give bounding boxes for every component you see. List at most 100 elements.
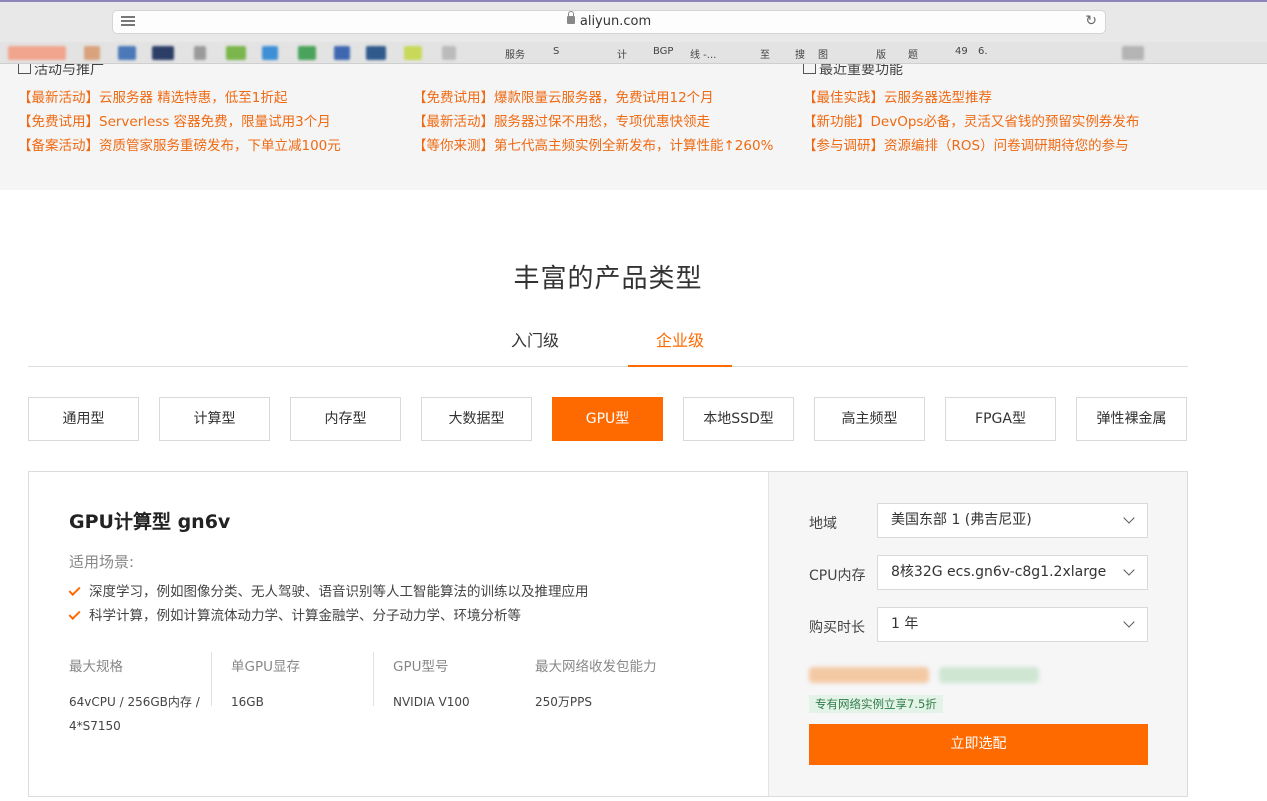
bookmark-item[interactable] bbox=[152, 46, 174, 60]
type-local-ssd[interactable]: 本地SSD型 bbox=[683, 397, 794, 441]
bookmark-item[interactable] bbox=[334, 46, 350, 60]
news-link[interactable]: 【免费试用】Serverless 容器免费，限量试用3个月 bbox=[18, 110, 341, 134]
bookmark-label[interactable]: BGP bbox=[653, 46, 673, 57]
news-link[interactable]: 【最佳实践】云服务器选型推荐 bbox=[803, 86, 1139, 110]
spec-max-size: 最大规格 64vCPU / 256GB内存 / 4*S7150 bbox=[69, 655, 209, 738]
check-icon bbox=[68, 607, 81, 621]
level-tabs: 入门级 企业级 bbox=[28, 326, 1188, 367]
news-link[interactable]: 【最新活动】服务器过保不用愁，专项优惠快领走 bbox=[413, 110, 773, 134]
bookmark-label[interactable]: 线 -... bbox=[690, 46, 716, 61]
bookmark-item[interactable] bbox=[194, 46, 206, 60]
product-details: GPU计算型 gn6v 适用场景: 深度学习，例如图像分类、无人驾驶、语音识别等… bbox=[29, 472, 768, 796]
bookmark-item[interactable] bbox=[84, 46, 100, 60]
column-heading: 活动与推广 bbox=[18, 64, 341, 86]
bookmark-item[interactable] bbox=[8, 46, 66, 60]
type-general[interactable]: 通用型 bbox=[28, 397, 139, 441]
news-link[interactable]: 【参与调研】资源编排（ROS）问卷调研期待您的参与 bbox=[803, 134, 1139, 158]
scene-label: 适用场景: bbox=[69, 553, 135, 571]
cpu-memory-select[interactable]: 8核32G ecs.gn6v-c8g1.2xlarge bbox=[877, 555, 1148, 590]
type-big-data[interactable]: 大数据型 bbox=[421, 397, 532, 441]
bookmark-item[interactable] bbox=[298, 46, 316, 60]
spec-value: NVIDIA V100 bbox=[393, 695, 470, 709]
product-title: GPU计算型 gn6v bbox=[69, 511, 231, 533]
address-bar[interactable]: aliyun.com ↻ bbox=[112, 10, 1106, 34]
bookmark-label[interactable]: 题 bbox=[908, 46, 918, 61]
section-title: 丰富的产品类型 bbox=[513, 264, 703, 294]
bookmark-label[interactable]: 版 bbox=[876, 46, 886, 61]
bookmark-item[interactable] bbox=[366, 46, 386, 60]
region-select[interactable]: 美国东部 1 (弗吉尼亚) bbox=[877, 503, 1148, 538]
type-memory[interactable]: 内存型 bbox=[290, 397, 401, 441]
type-bare-metal[interactable]: 弹性裸金属 bbox=[1076, 397, 1187, 441]
column-heading bbox=[413, 64, 773, 86]
reload-icon[interactable]: ↻ bbox=[1085, 13, 1097, 29]
cpu-label: CPU内存 bbox=[809, 568, 866, 584]
spec-value: 250万PPS bbox=[535, 695, 592, 709]
spec-value: 64vCPU / 256GB内存 / 4*S7150 bbox=[69, 695, 200, 733]
chevron-down-icon bbox=[1123, 564, 1135, 576]
config-panel: 地域 美国东部 1 (弗吉尼亚) CPU内存 8核32G ecs.gn6v-c8… bbox=[768, 472, 1187, 796]
bookmark-label[interactable]: 至 bbox=[760, 46, 770, 61]
column-heading: 最近重要功能 bbox=[803, 64, 1139, 86]
spec-divider bbox=[211, 652, 212, 706]
type-high-frequency[interactable]: 高主频型 bbox=[814, 397, 925, 441]
feature-column: 最近重要功能 【最佳实践】云服务器选型推荐 【新功能】DevOps必备，灵活又省… bbox=[803, 64, 1139, 158]
spec-value: 16GB bbox=[231, 695, 264, 709]
tab-enterprise-level[interactable]: 企业级 bbox=[628, 326, 732, 367]
bookmark-label[interactable]: 图 bbox=[818, 46, 828, 61]
bookmark-item[interactable] bbox=[404, 46, 422, 60]
buy-now-button[interactable]: 立即选配 bbox=[809, 724, 1148, 765]
browser-toolbar: aliyun.com ↻ bbox=[0, 0, 1267, 42]
lock-icon bbox=[566, 11, 575, 24]
price-redacted bbox=[809, 667, 929, 683]
bookmark-item[interactable] bbox=[442, 46, 456, 60]
region-label: 地域 bbox=[809, 516, 837, 532]
chevron-down-icon bbox=[1123, 616, 1135, 628]
product-card: GPU计算型 gn6v 适用场景: 深度学习，例如图像分类、无人驾驶、语音识别等… bbox=[28, 471, 1188, 797]
type-gpu[interactable]: GPU型 bbox=[552, 397, 663, 441]
bookmark-item[interactable] bbox=[226, 46, 246, 60]
bookmarks-bar: 服务 S 计 BGP 线 -... 至 搜 图 版 题 49 6. bbox=[0, 42, 1267, 64]
bookmark-label[interactable]: 服务 bbox=[505, 46, 525, 61]
news-link[interactable]: 【最新活动】云服务器 精选特惠，低至1折起 bbox=[18, 86, 341, 110]
price-redacted bbox=[939, 667, 1039, 683]
chevron-down-icon bbox=[1123, 512, 1135, 524]
spec-gpu-memory: 单GPU显存 16GB bbox=[231, 655, 361, 714]
bookmark-label[interactable]: 49 bbox=[955, 46, 968, 57]
tab-entry-level[interactable]: 入门级 bbox=[490, 326, 580, 367]
promo-column: 【免费试用】爆款限量云服务器，免费试用12个月 【最新活动】服务器过保不用愁，专… bbox=[413, 64, 773, 158]
spec-divider bbox=[373, 652, 374, 706]
duration-label: 购买时长 bbox=[809, 620, 865, 636]
discount-badge: 专有网络实例立享7.5折 bbox=[809, 695, 943, 713]
bookmark-label[interactable]: 计 bbox=[617, 46, 627, 61]
spec-label: GPU型号 bbox=[393, 659, 449, 675]
spec-label: 最大网络收发包能力 bbox=[535, 659, 657, 675]
scene-list: 深度学习，例如图像分类、无人驾驶、语音识别等人工智能算法的训练以及推理应用 科学… bbox=[68, 580, 589, 628]
list-item: 科学计算，例如计算流体动力学、计算金融学、分子动力学、环境分析等 bbox=[68, 604, 589, 628]
gift-icon bbox=[18, 64, 31, 74]
news-link[interactable]: 【免费试用】爆款限量云服务器，免费试用12个月 bbox=[413, 86, 773, 110]
speaker-icon bbox=[803, 64, 816, 74]
url-text: aliyun.com bbox=[579, 14, 652, 29]
bookmark-label[interactable]: 6. bbox=[978, 46, 988, 57]
bookmark-item[interactable] bbox=[262, 46, 278, 60]
bookmark-label[interactable]: S bbox=[553, 46, 559, 57]
announcement-band: 活动与推广 【最新活动】云服务器 精选特惠，低至1折起 【免费试用】Server… bbox=[0, 64, 1267, 190]
promo-column: 活动与推广 【最新活动】云服务器 精选特惠，低至1折起 【免费试用】Server… bbox=[18, 64, 341, 158]
list-item: 深度学习，例如图像分类、无人驾驶、语音识别等人工智能算法的训练以及推理应用 bbox=[68, 580, 589, 604]
type-compute[interactable]: 计算型 bbox=[159, 397, 270, 441]
check-icon bbox=[68, 583, 81, 597]
instance-type-selector: 通用型 计算型 内存型 大数据型 GPU型 本地SSD型 高主频型 FPGA型 … bbox=[28, 397, 1188, 441]
spec-network-pps: 最大网络收发包能力 250万PPS bbox=[535, 655, 715, 714]
spec-label: 单GPU显存 bbox=[231, 659, 300, 675]
bookmark-item[interactable] bbox=[118, 46, 136, 60]
bookmark-item[interactable] bbox=[1122, 46, 1144, 60]
spec-label: 最大规格 bbox=[69, 659, 123, 675]
type-fpga[interactable]: FPGA型 bbox=[945, 397, 1056, 441]
news-link[interactable]: 【备案活动】资质管家服务重磅发布，下单立减100元 bbox=[18, 134, 341, 158]
news-link[interactable]: 【新功能】DevOps必备，灵活又省钱的预留实例券发布 bbox=[803, 110, 1139, 134]
spec-gpu-model: GPU型号 NVIDIA V100 bbox=[393, 655, 523, 714]
bookmark-label[interactable]: 搜 bbox=[795, 46, 805, 61]
duration-select[interactable]: 1 年 bbox=[877, 607, 1148, 642]
news-link[interactable]: 【等你来测】第七代高主频实例全新发布，计算性能↑260% bbox=[413, 134, 773, 158]
